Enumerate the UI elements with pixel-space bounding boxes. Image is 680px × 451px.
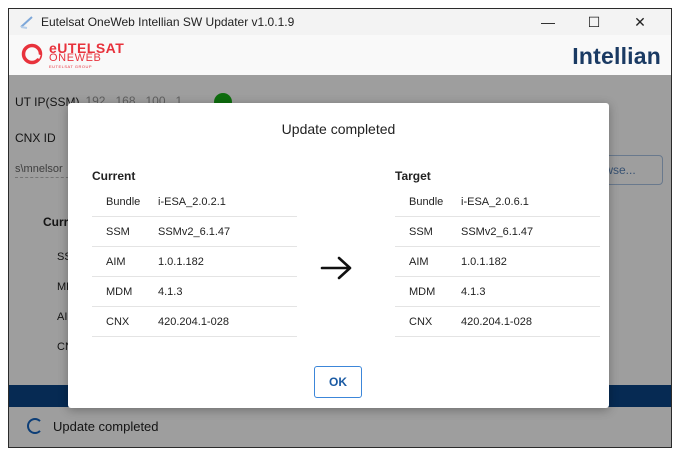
table-row: MDM 4.1.3	[92, 277, 297, 307]
minimize-button[interactable]: —	[525, 9, 571, 35]
component-name: Bundle	[409, 195, 444, 208]
component-name: SSM	[106, 225, 130, 238]
brand-bar: eUTELSAT ONEWEB EUTELSAT GROUP Intellian	[9, 35, 671, 75]
table-row: AIM 1.0.1.182	[395, 247, 600, 277]
component-version: 420.204.1-028	[158, 315, 229, 328]
dialog-title: Update completed	[281, 121, 396, 137]
window-title: Eutelsat OneWeb Intellian SW Updater v1.…	[41, 15, 295, 29]
table-row: MDM 4.1.3	[395, 277, 600, 307]
current-heading: Current	[92, 169, 136, 183]
table-row: SSM SSMv2_6.1.47	[92, 217, 297, 247]
component-name: Bundle	[106, 195, 141, 208]
component-name: CNX	[106, 315, 130, 328]
maximize-icon: ☐	[587, 13, 601, 30]
intellian-logo: Intellian	[572, 43, 661, 69]
component-version: 4.1.3	[461, 285, 486, 298]
component-version: 1.0.1.182	[461, 255, 507, 268]
close-icon: ✕	[634, 13, 646, 30]
table-row: CNX 420.204.1-028	[92, 307, 297, 337]
component-version: 1.0.1.182	[158, 255, 204, 268]
oneweb-wordmark: ONEWEB	[49, 52, 102, 64]
component-version: SSMv2_6.1.47	[158, 225, 231, 238]
component-name: MDM	[106, 285, 133, 298]
app-icon	[20, 16, 33, 29]
minimize-icon: —	[541, 14, 555, 30]
table-row: SSM SSMv2_6.1.47	[395, 217, 600, 247]
current-versions-table: Bundle i-ESA_2.0.2.1 SSM SSMv2_6.1.47 AIM 1…	[92, 187, 297, 337]
eutelsat-logo-icon	[21, 43, 43, 65]
eutelsat-group-wordmark: EUTELSAT GROUP	[49, 64, 93, 69]
arrow-right-icon	[320, 256, 352, 280]
maximize-button[interactable]: ☐	[571, 9, 617, 35]
component-name: AIM	[106, 255, 126, 268]
component-version: SSMv2_6.1.47	[461, 225, 534, 238]
component-version: i-ESA_2.0.6.1	[461, 195, 529, 208]
component-name: MDM	[409, 285, 436, 298]
table-row: Bundle i-ESA_2.0.6.1	[395, 187, 600, 217]
component-name: SSM	[409, 225, 433, 238]
component-version: 4.1.3	[158, 285, 183, 298]
component-version: i-ESA_2.0.2.1	[158, 195, 226, 208]
ok-button[interactable]: OK	[314, 366, 362, 398]
table-row: CNX 420.204.1-028	[395, 307, 600, 337]
component-version: 420.204.1-028	[461, 315, 532, 328]
component-name: CNX	[409, 315, 433, 328]
table-row: Bundle i-ESA_2.0.2.1	[92, 187, 297, 217]
component-name: AIM	[409, 255, 429, 268]
close-button[interactable]: ✕	[617, 9, 663, 35]
table-row: AIM 1.0.1.182	[92, 247, 297, 277]
target-heading: Target	[395, 169, 431, 183]
update-completed-dialog: Update completed Current Bundle i-ESA_2.0…	[68, 103, 609, 408]
target-versions-table: Bundle i-ESA_2.0.6.1 SSM SSMv2_6.1.47 AIM 1…	[395, 187, 600, 337]
